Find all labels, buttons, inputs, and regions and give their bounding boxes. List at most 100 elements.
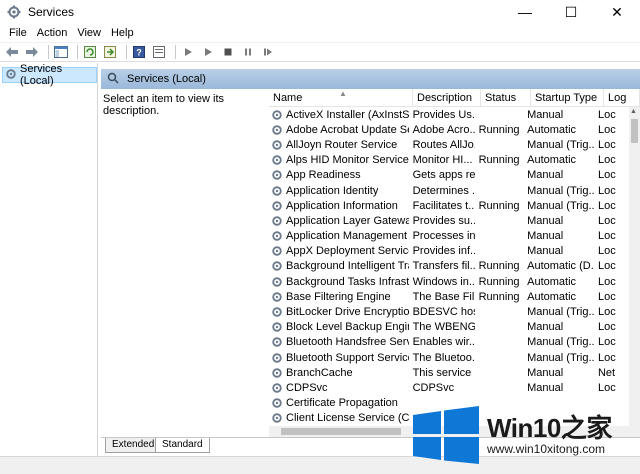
table-row[interactable]: Adobe Acrobat Update Serv...Adobe Acro..… [269, 122, 629, 137]
service-log-on-as: Loc [597, 321, 616, 334]
gear-icon [272, 125, 282, 135]
service-log-on-as: Loc [597, 290, 616, 303]
service-description: The Base Fil... [412, 290, 475, 303]
service-log-on-as: Loc [597, 260, 616, 273]
column-header-name[interactable]: ▲ Name [269, 89, 413, 106]
tab-standard[interactable]: Standard [155, 438, 210, 453]
table-row[interactable]: Application Identity Determines ... Manual… [269, 183, 629, 198]
help-icon[interactable]: ? [131, 44, 147, 60]
service-startup-type: Automatic [527, 275, 577, 288]
toolbar-separator [175, 45, 176, 59]
service-description: CDPSvc [412, 381, 455, 394]
service-description: Monitor HI... [412, 154, 473, 167]
service-name: BranchCache [286, 366, 353, 379]
back-arrow-icon[interactable] [4, 44, 20, 60]
refresh-icon[interactable] [82, 44, 98, 60]
service-name-cell: Bluetooth Support Service [269, 352, 409, 364]
table-row[interactable]: AllJoyn Router Service Routes AllJo... Man… [269, 137, 629, 152]
vertical-scrollbar[interactable]: ▲ [629, 107, 640, 427]
service-name: CDPSvc [286, 381, 328, 394]
service-startup-type: Manual (Trig... [527, 336, 594, 349]
close-button[interactable]: ✕ [594, 0, 640, 24]
minimize-button[interactable]: — [502, 0, 548, 24]
gear-icon [272, 307, 282, 317]
service-startup-type: Manual [527, 230, 564, 243]
service-log-on-as: Loc [597, 138, 616, 151]
table-row[interactable]: Background Intelligent Tran...Transfers … [269, 259, 629, 274]
service-description: Windows in... [412, 275, 475, 288]
play-alt-icon[interactable] [200, 44, 216, 60]
service-log-on-as: Loc [597, 169, 616, 182]
service-name-cell: Block Level Backup Engine ... [269, 321, 409, 333]
service-name: Block Level Backup Engine ... [286, 321, 409, 334]
service-name: Bluetooth Handsfree Service [286, 336, 409, 349]
play-icon[interactable] [180, 44, 196, 60]
toolbar-separator [126, 45, 127, 59]
table-row[interactable]: AppX Deployment Service (...Provides inf… [269, 244, 629, 259]
table-row[interactable]: Application Information Facilitates t... R… [269, 198, 629, 213]
service-description: Processes in... [412, 230, 475, 243]
pause-icon[interactable] [240, 44, 256, 60]
table-row[interactable]: Bluetooth Handsfree ServiceEnables wir..… [269, 335, 629, 350]
gear-icon [272, 201, 282, 211]
table-row[interactable]: Bluetooth Support Service The Bluetoo... M… [269, 350, 629, 365]
table-row[interactable]: BitLocker Drive Encryption ...BDESVC hos… [269, 304, 629, 319]
export-list-icon[interactable] [102, 44, 118, 60]
service-description: Provides su... [412, 214, 475, 227]
service-startup-type: Automatic [527, 154, 577, 167]
stop-icon[interactable] [220, 44, 236, 60]
tab-extended[interactable]: Extended [105, 438, 162, 453]
description-area: Select an item to view its description. [101, 89, 267, 437]
service-name: Application Management [286, 230, 408, 243]
menu-help[interactable]: Help [106, 27, 139, 39]
menu-file[interactable]: File [4, 27, 32, 39]
tree-item-label: Services (Local) [20, 63, 63, 87]
menu-view[interactable]: View [72, 27, 106, 39]
service-name: Adobe Acrobat Update Serv... [286, 123, 409, 136]
table-row[interactable]: Base Filtering Engine The Base Fil...Runn… [269, 289, 629, 304]
service-log-on-as: Loc [597, 336, 616, 349]
search-icon [107, 72, 119, 87]
service-description: Provides inf... [412, 245, 475, 258]
table-row[interactable]: App Readiness Gets apps re... Manual Loc [269, 168, 629, 183]
table-row[interactable]: BranchCache This service ... Manual Net [269, 365, 629, 380]
forward-arrow-icon[interactable] [24, 44, 40, 60]
title-bar: Services — ☐ ✕ [0, 0, 640, 24]
menu-action[interactable]: Action [32, 27, 73, 39]
tree-item-services-local[interactable]: Services (Local) [2, 63, 97, 87]
column-header-description[interactable]: Description [413, 89, 481, 106]
show-console-tree-icon[interactable] [53, 44, 69, 60]
table-row[interactable]: Application Management Processes in... Man… [269, 229, 629, 244]
service-name-cell: BitLocker Drive Encryption ... [269, 306, 409, 318]
scrollbar-thumb[interactable] [631, 119, 638, 143]
table-row[interactable]: Background Tasks Infrastru...Windows in.… [269, 274, 629, 289]
service-startup-type: Automatic [527, 290, 577, 303]
windows-logo-icon [411, 406, 481, 467]
watermark: Win10之家 www.win10xitong.com [405, 400, 640, 474]
table-row[interactable]: Block Level Backup Engine ...The WBENG..… [269, 320, 629, 335]
table-row[interactable]: CDPSvc CDPSvc Manual Loc [269, 380, 629, 395]
table-row[interactable]: Application Layer Gateway ...Provides su… [269, 213, 629, 228]
service-name-cell: Application Information [269, 200, 409, 212]
table-row[interactable]: Alps HID Monitor Service Monitor HI... Run… [269, 153, 629, 168]
service-log-on-as: Loc [597, 351, 616, 364]
service-name-cell: AllJoyn Router Service [269, 139, 409, 151]
scroll-up-icon[interactable]: ▲ [630, 108, 637, 115]
column-header-status[interactable]: Status [481, 89, 531, 106]
service-log-on-as: Loc [597, 245, 616, 258]
properties-icon[interactable] [151, 44, 167, 60]
maximize-button[interactable]: ☐ [548, 0, 594, 24]
restart-icon[interactable] [260, 44, 276, 60]
service-name: Background Tasks Infrastru... [286, 275, 409, 288]
scrollbar-thumb[interactable] [281, 428, 401, 435]
table-row[interactable]: ActiveX Installer (AxInstSV) Provides Us.… [269, 107, 629, 122]
service-startup-type: Manual (Trig... [527, 184, 594, 197]
column-header-startup-type[interactable]: Startup Type [531, 89, 604, 106]
service-name: ActiveX Installer (AxInstSV) [286, 108, 409, 121]
gear-icon [272, 292, 282, 302]
service-description: Gets apps re... [412, 169, 475, 182]
pane-header-title: Services (Local) [127, 73, 206, 85]
column-header-log-on-as[interactable]: Log [604, 89, 640, 106]
services-list: ▲ Name Description Status Startup Type L… [269, 89, 640, 437]
service-description: The Bluetoo... [412, 351, 475, 364]
